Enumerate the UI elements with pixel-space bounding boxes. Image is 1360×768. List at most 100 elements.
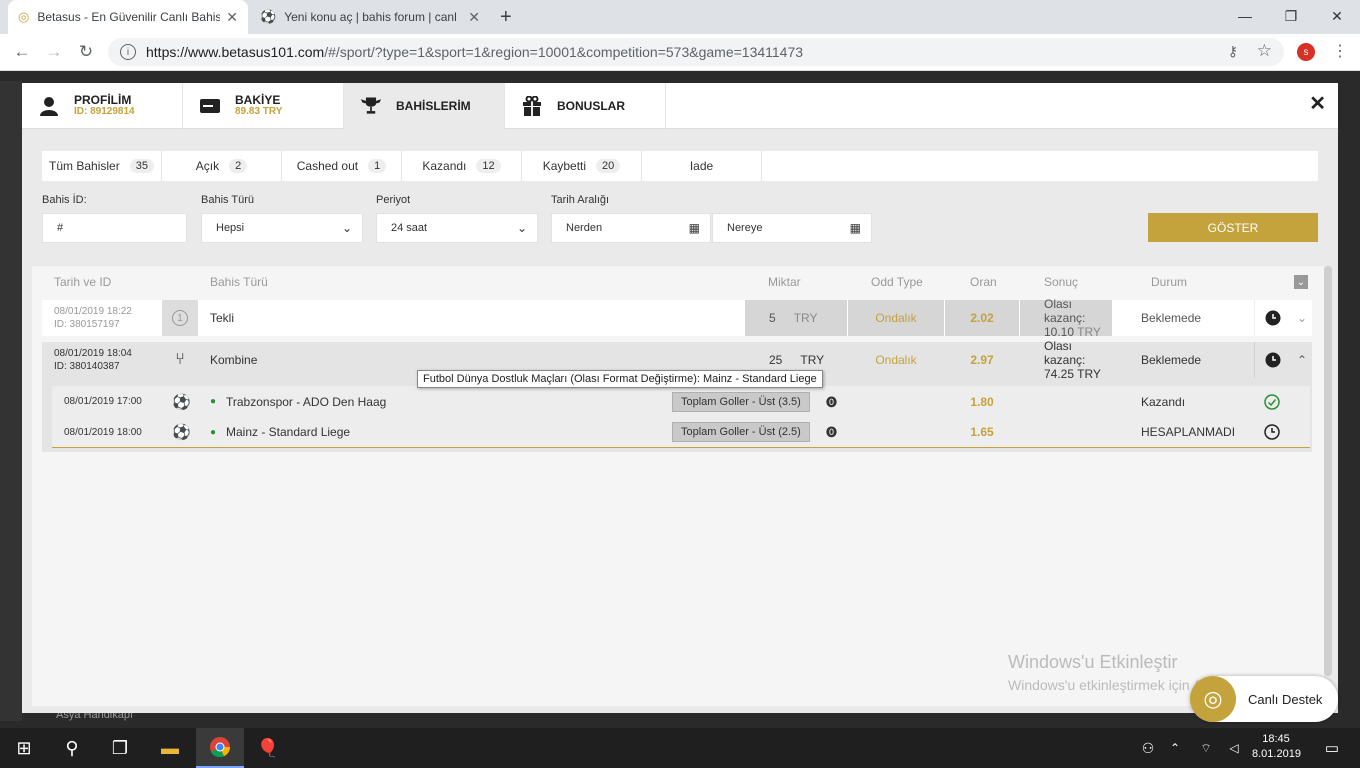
filter-lost[interactable]: Kaybetti 20 <box>522 151 642 181</box>
minimize-icon[interactable]: — <box>1222 0 1268 32</box>
date-to-input[interactable]: Nereye ▦ <box>712 213 872 243</box>
list-item: 08/01/2019 17:00 ⚽ ● Trabzonspor - ADO D… <box>52 386 1310 417</box>
filter-all-bets[interactable]: Tüm Bahisler 35 <box>42 151 162 181</box>
close-modal-icon[interactable]: ✕ <box>1309 91 1326 116</box>
period-label: Periyot <box>376 194 411 206</box>
bet-id-label: Bahis İD: <box>42 194 87 206</box>
selection-date: 08/01/2019 17:00 <box>64 396 142 407</box>
bet-id: ID: 380140387 <box>54 361 120 372</box>
soccer-ball-icon: ⚽ <box>172 393 191 411</box>
filter-won[interactable]: Kazandı 12 <box>402 151 522 181</box>
support-label: Canlı Destek <box>1248 691 1323 707</box>
browser-tab-forum[interactable]: ⚽ Yeni konu aç | bahis forum | canl ✕ <box>250 0 490 34</box>
soccer-ball-icon: ⚽ <box>172 424 191 441</box>
filter-open[interactable]: Açık 2 <box>162 151 282 181</box>
site-favicon-icon: ◎ <box>18 9 30 24</box>
tab-label: BAKİYE <box>235 93 281 107</box>
info-icon[interactable]: i <box>120 44 136 60</box>
browser-tab-betasus[interactable]: ◎ Betasus - En Güvenilir Canlı Bahis ✕ <box>8 0 248 34</box>
wallet-icon <box>199 95 221 117</box>
bet-odds: 2.02 <box>945 300 1019 336</box>
windows-activation-title: Windows'u Etkinleştir <box>1008 652 1178 672</box>
star-icon[interactable]: ☆ <box>1257 41 1272 61</box>
info-shield-icon[interactable]: ⓿ <box>826 417 837 447</box>
bet-amount: 5 TRY <box>745 300 847 336</box>
selection-odds: 1.80 <box>970 394 994 409</box>
selection-match: Trabzonspor - ADO Den Haag <box>226 394 387 409</box>
bet-odds: 2.97 <box>970 353 994 367</box>
close-tab-icon[interactable]: ✕ <box>468 9 480 26</box>
bet-id-input[interactable]: # <box>42 213 187 243</box>
pending-clock-outline-icon <box>1254 417 1290 447</box>
task-view-icon[interactable]: ❐ <box>96 728 144 768</box>
bet-type: Tekli <box>210 311 235 325</box>
calendar-icon[interactable]: ▦ <box>850 221 861 235</box>
key-icon[interactable]: ⚷ <box>1228 43 1238 60</box>
bet-result: Olası kazanç: 74.25 TRY <box>1044 339 1101 381</box>
live-support-button[interactable]: ◎ Canlı Destek <box>1190 676 1338 722</box>
bet-type-select[interactable]: Hepsi ⌄ <box>201 213 363 243</box>
browser-tab-bar: ◎ Betasus - En Güvenilir Canlı Bahis ✕ ⚽… <box>0 0 1360 34</box>
show-button[interactable]: GÖSTER <box>1148 213 1318 242</box>
url-main: https://www.betasus101.com <box>146 44 325 60</box>
back-arrow-icon[interactable]: ← <box>6 34 38 70</box>
chevron-down-icon: ⌄ <box>341 221 352 235</box>
table-row[interactable]: 08/01/2019 18:22 ID: 380157197 1 Tekli 5T… <box>42 297 1312 339</box>
odd-type: Ondalık <box>848 300 944 336</box>
collapse-all-icon[interactable]: ⌄ <box>1294 275 1308 289</box>
modal-scrollbar[interactable] <box>1324 266 1332 676</box>
tab-label: BONUSLAR <box>557 99 625 113</box>
period-select[interactable]: 24 saat ⌄ <box>376 213 538 243</box>
info-shield-icon[interactable]: ⓿ <box>826 386 837 417</box>
combo-bet-icon: ⑂ <box>175 351 185 368</box>
clock[interactable]: 18:45 8.01.2019 <box>1252 732 1301 762</box>
left-sidebar <box>0 81 22 721</box>
selection-status: Kazandı <box>1141 394 1186 409</box>
network-icon[interactable]: ⌔ <box>1192 728 1220 768</box>
col-status: Durum <box>1151 275 1188 289</box>
calendar-icon[interactable]: ▦ <box>689 221 700 235</box>
windows-taskbar: ⊞ ⚲ ❐ ▬ 🎈 ⚇ ⌃ ⌔ ◁ 18:45 8.01.2019 ▭ <box>0 728 1360 768</box>
notification-icon[interactable]: ▭ <box>1308 728 1356 768</box>
table-header: Tarih ve ID Bahis Türü Miktar Odd Type O… <box>32 266 1312 296</box>
file-explorer-icon[interactable]: ▬ <box>146 728 194 768</box>
expand-chevron-icon[interactable]: ⌄ <box>1292 300 1312 336</box>
match-tooltip: Futbol Dünya Dostluk Maçları (Olası Form… <box>417 370 823 388</box>
date-from-input[interactable]: Nerden ▦ <box>551 213 711 243</box>
soccer-ball-favicon-icon: ⚽ <box>260 9 277 24</box>
reload-icon[interactable]: ↻ <box>70 34 102 70</box>
bet-status: Beklemede <box>1141 311 1202 325</box>
single-bet-icon: 1 <box>162 300 198 336</box>
restore-icon[interactable]: ❐ <box>1268 0 1314 32</box>
tab-label: PROFİLİM <box>74 93 132 107</box>
collapse-chevron-icon[interactable]: ⌃ <box>1292 342 1312 378</box>
selection-odds: 1.65 <box>970 425 994 439</box>
profile-avatar[interactable]: s <box>1297 43 1315 61</box>
new-tab-icon[interactable]: + <box>500 6 512 29</box>
menu-dots-icon[interactable]: ⋮ <box>1332 41 1348 61</box>
url-input[interactable]: i https://www.betasus101.com/#/sport/?ty… <box>108 38 1284 66</box>
tab-my-bets[interactable]: BAHİSLERİM <box>344 83 505 129</box>
odd-type: Ondalık <box>875 353 917 367</box>
windows-start-icon[interactable]: ⊞ <box>0 728 48 768</box>
col-amount: Miktar <box>768 275 801 289</box>
selection-market: Toplam Goller - Üst (3.5) <box>672 391 810 412</box>
tab-profile[interactable]: PROFİLİM ID: 89129814 <box>22 83 183 129</box>
volume-icon[interactable]: ◁ <box>1220 728 1248 768</box>
filter-refund[interactable]: Iade <box>642 151 762 181</box>
bet-date: 08/01/2019 18:22 <box>54 306 132 317</box>
chrome-icon[interactable] <box>196 728 244 768</box>
close-window-icon[interactable]: ✕ <box>1314 0 1360 32</box>
forward-arrow-icon[interactable]: → <box>38 34 70 70</box>
pending-clock-icon <box>1254 300 1290 336</box>
filter-cashed-out[interactable]: Cashed out 1 <box>282 151 402 181</box>
tab-title: Betasus - En Güvenilir Canlı Bahis <box>37 10 221 24</box>
tab-bonuses[interactable]: BONUSLAR <box>505 83 666 129</box>
close-tab-icon[interactable]: ✕ <box>226 9 238 26</box>
chevron-up-icon[interactable]: ⌃ <box>1160 728 1190 768</box>
selection-match: Mainz - Standard Liege <box>226 425 351 439</box>
bet-status: Beklemede <box>1141 353 1202 367</box>
balloon-app-icon[interactable]: 🎈 <box>244 728 292 768</box>
tab-balance[interactable]: BAKİYE 89.83 TRY <box>183 83 344 129</box>
search-icon[interactable]: ⚲ <box>48 728 96 768</box>
